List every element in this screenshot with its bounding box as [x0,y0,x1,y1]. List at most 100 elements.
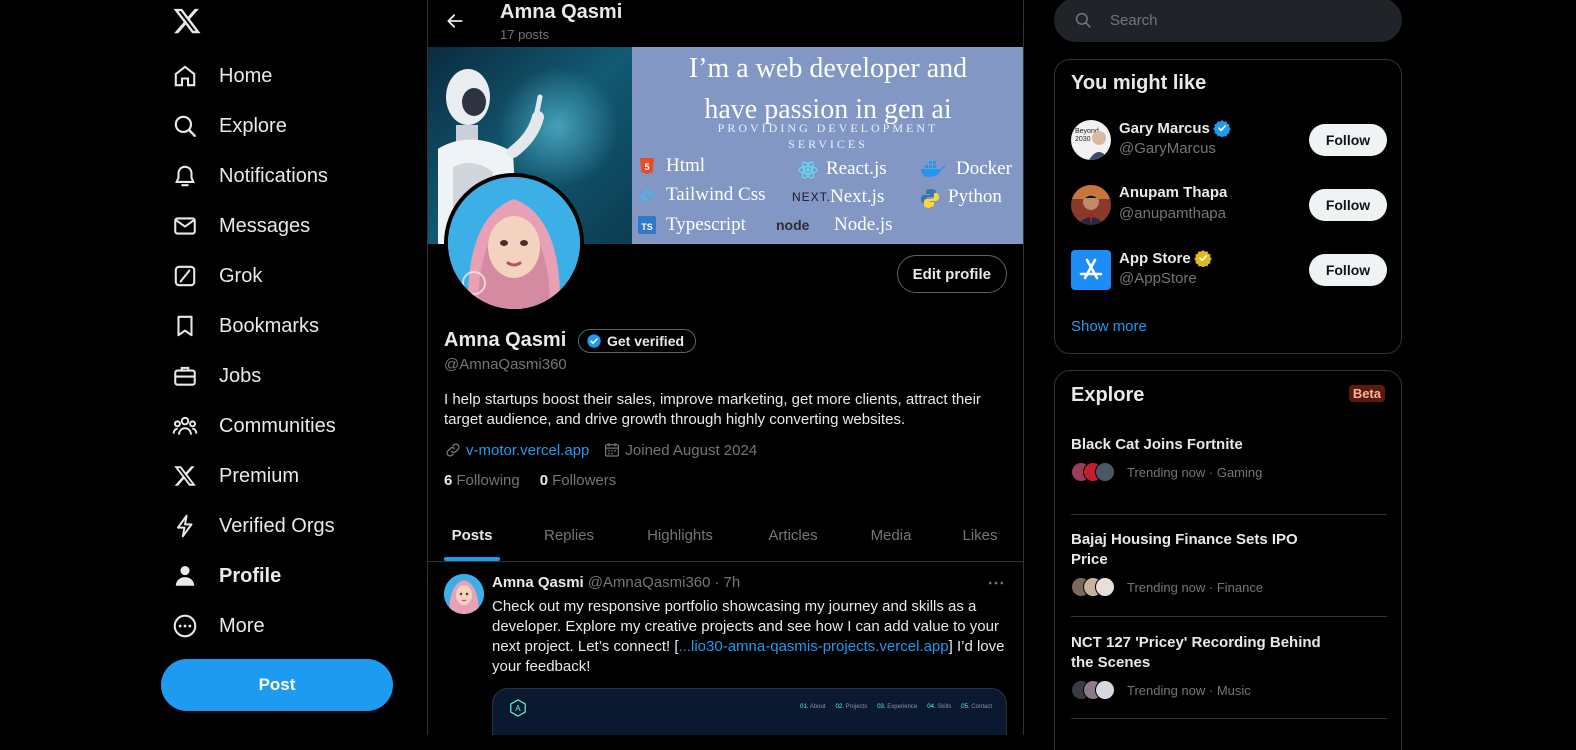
following-link[interactable]: 6 Following [444,472,520,489]
profile-joined: Joined August 2024 [603,441,757,459]
avatar[interactable]: Beyond 2030 [1071,120,1111,160]
tweet[interactable]: Amna Qasmi @AmnaQasmi360 · 7h Check out … [428,562,1023,735]
trend-item[interactable]: NCT 127 'Pricey' Recording Behind the Sc… [1071,633,1387,700]
nav-item-profile[interactable]: Profile [172,554,281,598]
nav-item-communities[interactable]: Communities [172,404,336,448]
search-input[interactable] [1110,11,1380,29]
explore-card: Explore Beta Black Cat Joins Fortnite Tr… [1054,370,1402,750]
nav-item-messages[interactable]: Messages [172,204,310,248]
follow-button[interactable]: Follow [1309,124,1387,156]
suggestion-row[interactable]: Beyond 2030 Gary Marcus @GaryMarcus Follo… [1071,118,1387,162]
tweet-media-preview[interactable]: A 01. About 02. Projects 03. Experience … [492,688,1007,735]
suggestion-handle: @anupamthapa [1119,205,1226,222]
trend-title: Black Cat Joins Fortnite [1071,436,1243,453]
suggestion-row[interactable]: Anupam Thapa @anupamthapa Follow [1071,183,1387,227]
more-dots-icon[interactable] [984,573,1008,593]
verified-gold-badge-icon [1193,250,1212,267]
nav-label: Messages [219,214,311,237]
divider [1071,616,1387,617]
nav-label: Jobs [219,364,262,387]
post-button[interactable]: Post [161,659,393,711]
app-store-icon[interactable] [1071,250,1111,290]
search-bar[interactable] [1054,0,1402,42]
search-icon [1075,12,1091,28]
svg-text:2030: 2030 [1075,136,1091,143]
banner-headline: I’m a web developer and have passion in … [688,53,968,125]
followers-link[interactable]: 0 Followers [540,472,617,489]
follow-button[interactable]: Follow [1309,189,1387,221]
website-link[interactable]: v-motor.vercel.app [466,442,589,459]
nav-item-more[interactable]: More [172,604,265,648]
get-verified-button[interactable]: Get verified [578,329,697,353]
tech-python: Python [920,186,1002,208]
tweet-time[interactable]: 7h [723,574,740,591]
tab-media[interactable]: Media [862,509,920,562]
nav-item-premium[interactable]: Premium [172,454,299,498]
follow-button[interactable]: Follow [1309,254,1387,286]
trend-item[interactable]: Bajaj Housing Finance Sets IPO Price Tre… [1071,530,1387,597]
nodejs-logo: node [776,217,810,233]
profile-website: v-motor.vercel.app [444,441,589,459]
tailwind-icon [638,186,657,204]
nav-item-home[interactable]: Home [172,54,272,98]
you-might-like-title: You might like [1071,72,1207,94]
mail-icon [172,213,198,239]
trend-avatars [1071,680,1121,700]
beta-badge: Beta [1348,385,1385,402]
portfolio-logo-icon: A [510,699,526,717]
nav-label: Verified Orgs [219,514,335,537]
tweet-author-name[interactable]: Amna Qasmi [492,574,584,591]
nav-item-jobs[interactable]: Jobs [172,354,261,398]
suggestion-row[interactable]: App Store @AppStore Follow [1071,248,1387,292]
active-tab-indicator [444,557,500,561]
profile-tabs: Posts Replies Highlights Articles Media … [428,509,1023,562]
trend-avatars [1071,577,1121,597]
verified-badge-icon [1213,120,1231,137]
tweet-link[interactable]: ...lio30-amna-qasmis-projects.vercel.app [679,638,949,655]
nav-label: Home [219,64,273,87]
divider [1071,718,1387,719]
svg-text:5: 5 [644,162,649,172]
tweet-separator: · [714,574,720,591]
nav-item-bookmarks[interactable]: Bookmarks [172,304,319,348]
profile-main-column: Amna Qasmi 17 posts I’m a web developer … [427,0,1024,735]
nav-item-explore[interactable]: Explore [172,104,287,148]
svg-text:A: A [515,704,521,713]
trend-meta: Trending now · Finance [1071,577,1387,597]
suggestion-name: Anupam Thapa [1119,184,1228,201]
tab-highlights[interactable]: Highlights [638,509,722,562]
tab-likes[interactable]: Likes [954,509,1006,562]
nav-item-verified-orgs[interactable]: Verified Orgs [172,504,335,548]
trend-item[interactable]: Black Cat Joins Fortnite Trending now · … [1071,435,1387,482]
show-more-link[interactable]: Show more [1071,318,1147,335]
search-icon [172,113,198,139]
typescript-icon: TS [638,216,656,234]
suggestion-handle: @AppStore [1119,270,1197,287]
tech-tailwind: Tailwind Css [638,184,765,206]
python-icon [920,188,939,208]
home-icon [172,63,198,89]
tweet-header: Amna Qasmi @AmnaQasmi360 · 7h [492,574,740,591]
link-icon [446,443,460,457]
trend-title: Bajaj Housing Finance Sets IPO Price [1071,531,1298,568]
edit-profile-button[interactable]: Edit profile [896,255,1007,293]
profile-avatar[interactable] [444,173,584,313]
tech-typescript: TS Typescript [638,214,746,236]
bookmark-icon [172,313,198,339]
tab-posts[interactable]: Posts [444,509,500,562]
x-logo-icon[interactable] [172,6,202,36]
profile-follow-stats: 6 Following 0 Followers [444,472,636,489]
tweet-avatar[interactable] [444,574,484,614]
tech-html: 5 Html [638,155,705,177]
trend-meta: Trending now · Gaming [1071,462,1387,482]
tab-articles[interactable]: Articles [756,509,830,562]
person-icon [172,563,198,589]
nav-item-grok[interactable]: Grok [172,254,262,298]
banner-subtitle: PROVIDING DEVELOPMENT SERVICES [717,121,939,151]
suggestion-handle: @GaryMarcus [1119,140,1216,157]
nav-label: Grok [219,264,263,287]
nav-item-notifications[interactable]: Notifications [172,154,328,198]
tab-replies[interactable]: Replies [534,509,604,562]
avatar[interactable] [1071,185,1111,225]
back-arrow-icon[interactable] [442,8,468,34]
